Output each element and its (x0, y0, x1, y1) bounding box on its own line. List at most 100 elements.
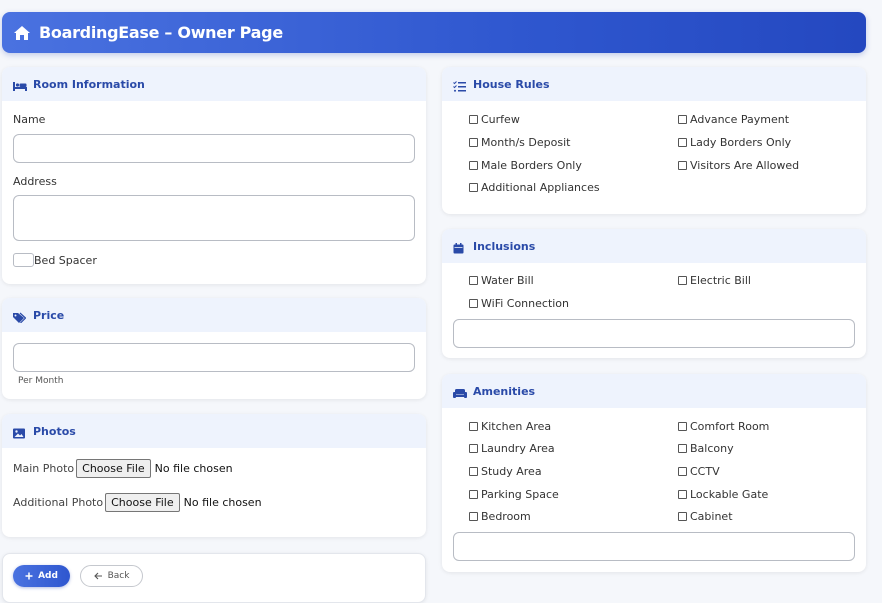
rule-lady-borders-only[interactable]: Lady Borders Only (678, 136, 791, 149)
price-title: Price (33, 308, 65, 322)
photos-title: Photos (33, 424, 76, 438)
amenity-comfort-room[interactable]: Comfort Room (678, 420, 769, 433)
back-button[interactable]: Back (80, 565, 143, 587)
rule-curfew[interactable]: Curfew (469, 113, 520, 126)
price-header: Price (2, 298, 426, 332)
amenity-cabinet[interactable]: Cabinet (678, 510, 733, 523)
room-information-header: Room Information (2, 67, 426, 101)
main-photo-label: Main Photo (13, 462, 75, 475)
amenity-parking-space[interactable]: Parking Space (469, 488, 559, 501)
amenity-balcony[interactable]: Balcony (678, 442, 734, 455)
house-rules-card: House Rules Curfew Advance Payment Month… (442, 67, 866, 214)
amenity-lockable-gate[interactable]: Lockable Gate (678, 488, 768, 501)
additional-photo-choose-button[interactable]: Choose File (105, 493, 180, 512)
amenity-label: Parking Space (481, 488, 559, 501)
checkbox[interactable] (678, 490, 687, 499)
photos-header: Photos (2, 414, 426, 448)
rule-additional-appliances[interactable]: Additional Appliances (469, 181, 600, 194)
amenities-header: Amenities (442, 374, 866, 408)
rule-visitors-allowed[interactable]: Visitors Are Allowed (678, 159, 799, 172)
checkbox[interactable] (678, 512, 687, 521)
amenity-cctv[interactable]: CCTV (678, 465, 720, 478)
name-input[interactable] (13, 134, 415, 163)
amenity-label: Cabinet (690, 510, 733, 523)
checkbox[interactable] (469, 138, 478, 147)
amenity-kitchen-area[interactable]: Kitchen Area (469, 420, 551, 433)
amenities-card: Amenities Kitchen Area Comfort Room Laun… (442, 374, 866, 572)
name-label: Name (13, 113, 46, 126)
arrow-left-icon (93, 572, 102, 580)
image-icon (13, 426, 26, 438)
checkbox[interactable] (469, 115, 478, 124)
checkbox[interactable] (678, 422, 687, 431)
rule-label: Month/s Deposit (481, 136, 571, 149)
checkbox[interactable] (678, 115, 687, 124)
inclusions-other-input[interactable] (453, 319, 855, 348)
rule-label: Advance Payment (690, 113, 790, 126)
checkbox[interactable] (678, 467, 687, 476)
checkbox[interactable] (469, 490, 478, 499)
amenities-other-input[interactable] (453, 532, 855, 561)
rule-advance-payment[interactable]: Advance Payment (678, 113, 789, 126)
add-button[interactable]: Add (13, 565, 70, 587)
inclusion-label: Electric Bill (690, 274, 751, 287)
checkbox[interactable] (469, 444, 478, 453)
additional-photo-row: Additional Photo Choose File No file cho… (13, 493, 262, 512)
address-label: Address (13, 175, 57, 188)
home-icon (13, 25, 31, 41)
inclusions-card: Inclusions Water Bill Electric Bill WiFi… (442, 229, 866, 358)
inclusion-label: Water Bill (481, 274, 534, 287)
amenity-label: Kitchen Area (481, 420, 552, 433)
rule-label: Male Borders Only (481, 159, 582, 172)
bed-spacer-label: Bed Spacer (34, 253, 97, 267)
back-button-label: Back (107, 571, 130, 581)
inclusion-water-bill[interactable]: Water Bill (469, 274, 534, 287)
bed-spacer-checkbox[interactable] (13, 253, 34, 267)
plus-icon (25, 572, 33, 580)
rule-label: Lady Borders Only (690, 136, 792, 149)
bed-spacer-option[interactable]: Bed Spacer (13, 253, 97, 267)
main-photo-choose-button[interactable]: Choose File (76, 459, 151, 478)
amenity-label: Comfort Room (690, 420, 770, 433)
checkbox[interactable] (678, 138, 687, 147)
inclusions-title: Inclusions (473, 239, 536, 253)
room-information-card: Room Information Name Address Bed Spacer (2, 67, 426, 284)
page-title: BoardingEase – Owner Page (39, 23, 283, 42)
checkbox[interactable] (469, 183, 478, 192)
inclusion-label: WiFi Connection (481, 297, 570, 310)
price-card: Price Per Month (2, 298, 426, 399)
rule-label: Curfew (481, 113, 520, 126)
price-input[interactable] (13, 343, 415, 372)
photos-card: Photos Main Photo Choose File No file ch… (2, 414, 426, 537)
couch-icon (453, 386, 467, 398)
amenity-label: Lockable Gate (690, 488, 769, 501)
additional-photo-status: No file chosen (183, 496, 262, 509)
address-textarea[interactable] (13, 195, 415, 241)
rule-month-deposit[interactable]: Month/s Deposit (469, 136, 570, 149)
checkbox[interactable] (678, 276, 687, 285)
add-button-label: Add (38, 571, 58, 581)
additional-photo-label: Additional Photo (13, 496, 104, 509)
checkbox[interactable] (469, 467, 478, 476)
tags-icon (13, 310, 27, 323)
rule-label: Visitors Are Allowed (690, 159, 800, 172)
main-photo-status: No file chosen (154, 462, 233, 475)
checkbox[interactable] (469, 276, 478, 285)
amenity-label: Bedroom (481, 510, 531, 523)
checkbox[interactable] (678, 161, 687, 170)
checkbox[interactable] (678, 444, 687, 453)
inclusion-wifi-connection[interactable]: WiFi Connection (469, 297, 569, 310)
rule-male-borders-only[interactable]: Male Borders Only (469, 159, 582, 172)
inclusions-header: Inclusions (442, 229, 866, 263)
checkbox[interactable] (469, 422, 478, 431)
checkbox[interactable] (469, 161, 478, 170)
house-rules-title: House Rules (473, 77, 550, 91)
checkbox[interactable] (469, 512, 478, 521)
calendar-icon (453, 241, 466, 253)
amenity-laundry-area[interactable]: Laundry Area (469, 442, 555, 455)
house-rules-header: House Rules (442, 67, 866, 101)
amenity-study-area[interactable]: Study Area (469, 465, 542, 478)
inclusion-electric-bill[interactable]: Electric Bill (678, 274, 751, 287)
checkbox[interactable] (469, 299, 478, 308)
amenity-bedroom[interactable]: Bedroom (469, 510, 531, 523)
